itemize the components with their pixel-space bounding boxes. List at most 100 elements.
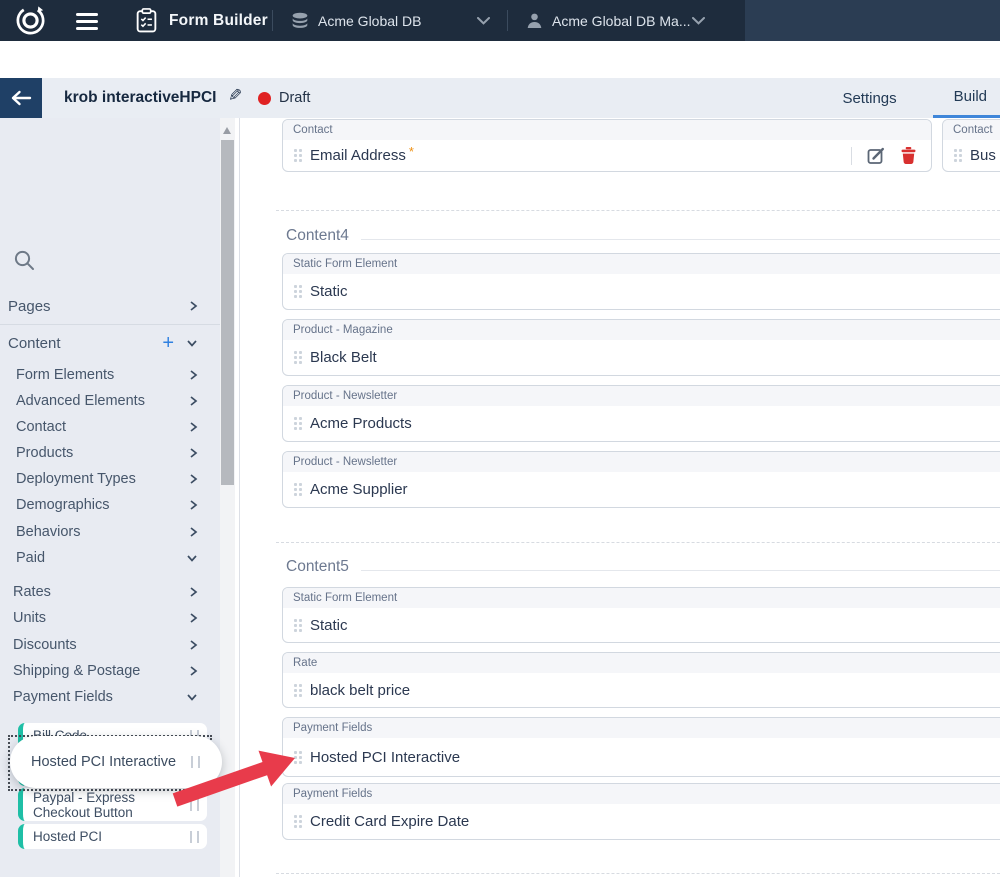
form-builder-icon <box>136 8 157 33</box>
field-pill-label: Hosted PCI Interactive <box>31 754 176 770</box>
database-name: Acme Global DB <box>318 13 421 29</box>
drag-handle-icon[interactable] <box>294 149 297 152</box>
element-name: Credit Card Expire Date <box>310 813 469 830</box>
actions-divider <box>851 147 852 165</box>
sidebar-scrollbar[interactable] <box>220 118 235 877</box>
database-selector[interactable]: Acme Global DB <box>291 12 421 30</box>
field-pill-label: Paypal - Express Checkout Button <box>33 790 190 820</box>
sidebar-item-discounts[interactable]: Discounts <box>0 633 220 657</box>
sidebar-label: Form Elements <box>16 367 114 383</box>
drag-handle-icon[interactable] <box>954 149 957 152</box>
element-name: Acme Supplier <box>310 481 408 498</box>
back-arrow-icon <box>10 90 32 106</box>
chevron-right-icon <box>189 369 198 381</box>
tab-settings[interactable]: Settings <box>842 78 896 118</box>
sidebar-item-rates[interactable]: Rates <box>0 580 220 604</box>
element-category: Static Form Element <box>283 254 1000 274</box>
sidebar-item-units[interactable]: Units <box>0 606 220 630</box>
drag-handle-icon[interactable] <box>294 684 297 687</box>
element-name: Hosted PCI Interactive <box>310 749 460 766</box>
top-app-bar: Form Builder Acme Global DB Acme Global … <box>0 0 1000 41</box>
sidebar-item-demographics[interactable]: Demographics <box>0 493 220 517</box>
section-divider <box>276 873 1000 874</box>
topbar-divider <box>272 10 273 31</box>
drag-handle-icon[interactable] <box>190 799 199 811</box>
sidebar-divider <box>0 324 220 325</box>
element-category: Payment Fields <box>283 718 1000 738</box>
drag-handle-icon[interactable] <box>190 831 199 843</box>
form-element-card-static-2[interactable]: Static Form Element Static <box>282 587 1000 643</box>
sidebar-item-products[interactable]: Products <box>0 441 220 465</box>
sidebar-item-behaviors[interactable]: Behaviors <box>0 520 220 544</box>
chevron-right-icon <box>189 665 198 677</box>
form-canvas: Contact Email Address * Contact <box>235 118 1000 877</box>
element-category: Product - Newsletter <box>283 452 1000 472</box>
chevron-right-icon <box>189 612 198 624</box>
form-element-card-black-belt-price[interactable]: Rate black belt price <box>282 652 1000 708</box>
element-name: black belt price <box>310 682 410 699</box>
sidebar-label: Demographics <box>16 497 110 513</box>
scrollbar-thumb[interactable] <box>221 140 234 485</box>
drag-handle-icon[interactable] <box>294 619 297 622</box>
dragged-field-pill-hosted-pci-interactive[interactable]: Hosted PCI Interactive <box>10 736 222 788</box>
form-element-card-acme-supplier[interactable]: Product - Newsletter Acme Supplier <box>282 451 1000 508</box>
database-chevron-icon[interactable] <box>477 17 490 25</box>
menu-icon[interactable] <box>76 9 98 34</box>
sidebar-item-form-elements[interactable]: Form Elements <box>0 363 220 387</box>
section-title-text: Content5 <box>286 558 349 576</box>
field-pill-paypal-express[interactable]: Paypal - Express Checkout Button <box>18 788 207 821</box>
form-element-card-static[interactable]: Static Form Element Static <box>282 253 1000 310</box>
sidebar-item-pages[interactable]: Pages <box>0 292 220 320</box>
form-element-card-email-address[interactable]: Contact Email Address * <box>282 119 932 172</box>
sidebar-item-deployment-types[interactable]: Deployment Types <box>0 467 220 491</box>
form-header-bar: krob interactiveHPCI ✎ Draft Settings Bu… <box>0 78 1000 119</box>
add-content-icon[interactable]: + <box>162 333 174 353</box>
sidebar-label: Contact <box>16 419 66 435</box>
profile-chevron-icon[interactable] <box>692 17 705 25</box>
drag-handle-icon[interactable] <box>294 815 297 818</box>
element-category: Product - Newsletter <box>283 386 1000 406</box>
drag-handle-icon[interactable] <box>294 285 297 288</box>
delete-icon[interactable] <box>901 147 916 164</box>
sidebar-item-shipping-postage[interactable]: Shipping & Postage <box>0 659 220 683</box>
field-pill-hosted-pci[interactable]: Hosted PCI <box>18 824 207 849</box>
element-name: Black Belt <box>310 349 377 366</box>
form-element-card-black-belt[interactable]: Product - Magazine Black Belt <box>282 319 1000 376</box>
drag-handle-icon[interactable] <box>191 756 200 768</box>
drag-handle-icon[interactable] <box>294 483 297 486</box>
topbar-right-panel <box>745 0 1000 41</box>
section-title-content5: Content5 <box>286 557 1000 577</box>
chevron-right-icon <box>189 300 198 312</box>
chevron-right-icon <box>189 447 198 459</box>
sidebar-item-content[interactable]: Content + <box>0 329 220 357</box>
drag-handle-icon[interactable] <box>294 351 297 354</box>
chevron-down-icon <box>186 693 198 702</box>
chevron-down-icon <box>186 554 198 563</box>
sidebar-item-contact[interactable]: Contact <box>0 415 220 439</box>
drag-handle-icon[interactable] <box>294 417 297 420</box>
sidebar-item-paid[interactable]: Paid <box>0 546 220 570</box>
form-element-card-acme-products[interactable]: Product - Newsletter Acme Products <box>282 385 1000 442</box>
tab-build[interactable]: Build <box>933 78 1000 118</box>
edit-title-icon[interactable]: ✎ <box>228 86 242 106</box>
status-dot <box>258 92 271 105</box>
element-category: Product - Magazine <box>283 320 1000 340</box>
form-element-card-cc-expire-date[interactable]: Payment Fields Credit Card Expire Date <box>282 783 1000 840</box>
omeda-logo-icon <box>13 3 48 38</box>
form-element-card-business[interactable]: Contact Bus <box>942 119 1000 172</box>
profile-selector[interactable]: Acme Global DB Ma... <box>526 12 691 29</box>
back-button[interactable] <box>0 78 42 118</box>
profile-name: Acme Global DB Ma... <box>552 13 691 29</box>
section-divider <box>276 542 1000 543</box>
form-element-card-hosted-pci-interactive[interactable]: Payment Fields Hosted PCI Interactive <box>282 717 1000 777</box>
element-category: Contact <box>943 120 1000 140</box>
app-logo[interactable] <box>13 3 48 38</box>
edit-icon[interactable] <box>867 146 886 165</box>
search-icon[interactable] <box>14 250 35 271</box>
drag-handle-icon[interactable] <box>294 751 297 754</box>
scrollbar-up-arrow[interactable] <box>223 127 231 134</box>
section-title-rule <box>361 570 1000 571</box>
sidebar-item-payment-fields[interactable]: Payment Fields <box>0 685 220 709</box>
sidebar-label: Units <box>13 610 46 626</box>
sidebar-item-advanced-elements[interactable]: Advanced Elements <box>0 389 220 413</box>
